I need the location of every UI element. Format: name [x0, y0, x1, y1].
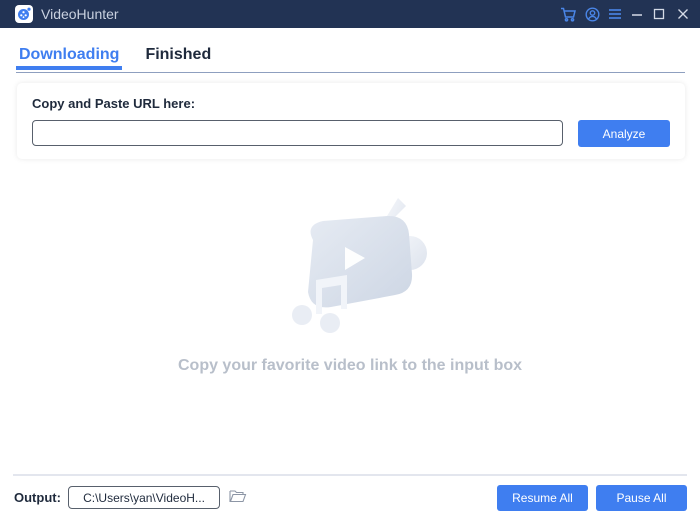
folder-icon[interactable] [229, 489, 247, 503]
account-icon[interactable] [583, 5, 601, 23]
pause-all-button[interactable]: Pause All [596, 485, 687, 511]
url-label: Copy and Paste URL here: [32, 96, 196, 111]
empty-state-message: Copy your favorite video link to the inp… [177, 357, 523, 374]
output-label: Output: [14, 490, 61, 505]
url-input[interactable] [32, 120, 563, 146]
app-logo-icon [15, 5, 33, 23]
minimize-icon[interactable] [628, 5, 646, 23]
resume-all-button[interactable]: Resume All [497, 485, 588, 511]
url-card: Copy and Paste URL here: Analyze [17, 83, 685, 159]
tab-divider [16, 72, 685, 73]
video-body-icon [308, 215, 413, 308]
video-music-illustration [275, 190, 435, 335]
maximize-icon[interactable] [650, 5, 668, 23]
cart-icon[interactable] [559, 5, 577, 23]
tab-bar: Downloading Finished [16, 46, 214, 70]
app-title: VideoHunter [41, 6, 119, 22]
footer-divider [13, 474, 687, 476]
menu-icon[interactable] [606, 5, 624, 23]
output-path-field[interactable]: C:\Users\yan\VideoH... [68, 486, 220, 509]
close-icon[interactable] [674, 5, 692, 23]
tab-downloading[interactable]: Downloading [16, 46, 123, 70]
analyze-button[interactable]: Analyze [578, 120, 670, 147]
title-bar: VideoHunter [0, 0, 700, 28]
tab-finished[interactable]: Finished [142, 46, 214, 70]
